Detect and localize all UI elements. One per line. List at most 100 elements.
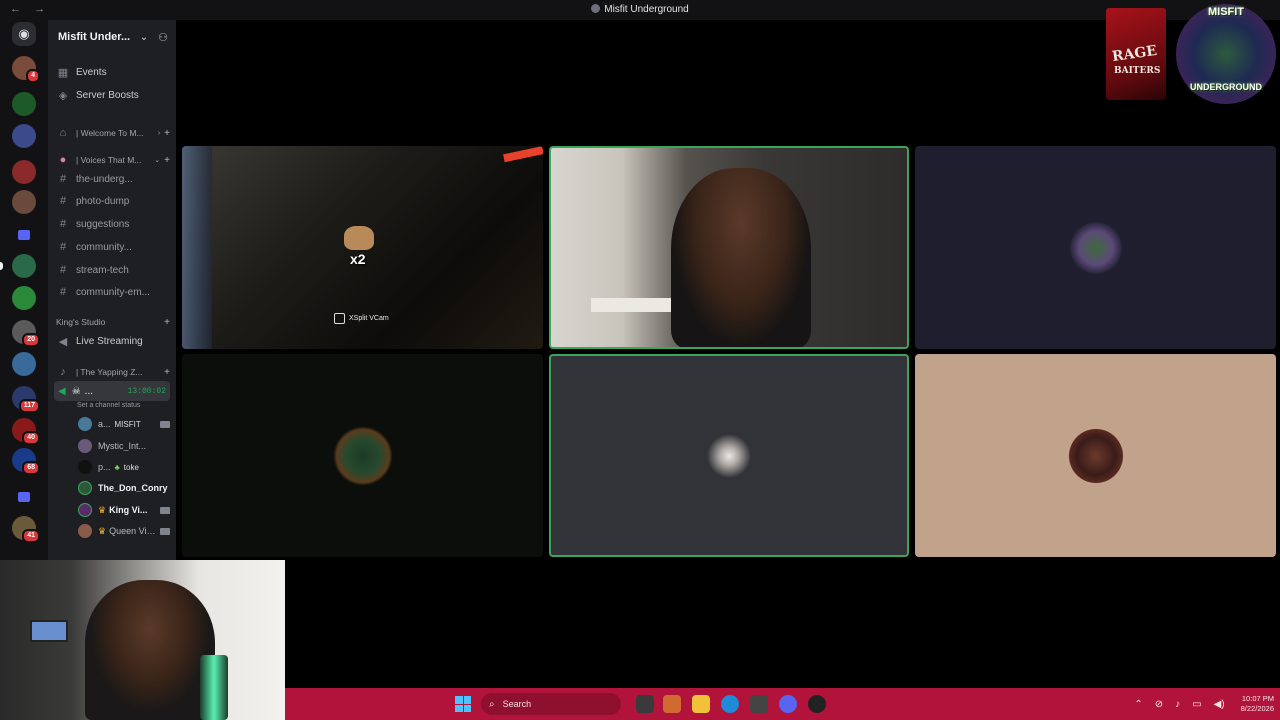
windows-start-icon[interactable] xyxy=(455,696,471,712)
taskbar-search[interactable]: ⌕ Search xyxy=(481,693,621,715)
obs-icon[interactable] xyxy=(808,695,826,713)
add-channel-icon[interactable]: + xyxy=(164,317,170,328)
display-icon[interactable]: ▭ xyxy=(1192,699,1201,710)
server-icon-6[interactable] xyxy=(12,286,36,310)
voice-user[interactable]: The_Don_Conry xyxy=(78,478,170,498)
store-icon[interactable] xyxy=(750,695,768,713)
server-icon-8[interactable] xyxy=(12,352,36,376)
avatar-tile-3[interactable] xyxy=(915,146,1276,349)
boosts-label: Server Boosts xyxy=(76,89,139,101)
webcam-person xyxy=(85,580,215,720)
edge-browser-icon[interactable] xyxy=(721,695,739,713)
category-voices[interactable]: ● | Voices That M... ⌄ + xyxy=(56,150,170,170)
voice-user[interactable]: p... ♣ toke xyxy=(78,457,170,477)
network-icon[interactable]: ⊘ xyxy=(1155,699,1163,710)
unread-badge: 20 xyxy=(22,333,40,347)
server-icon-3[interactable] xyxy=(12,124,36,148)
participant-video xyxy=(671,168,811,347)
server-icon-12[interactable]: 41 xyxy=(12,516,40,543)
avatar xyxy=(78,439,92,453)
video-tile-2[interactable] xyxy=(549,146,909,349)
server-folder-icon[interactable] xyxy=(18,230,30,240)
discord-home-icon[interactable]: ◉ xyxy=(12,22,36,46)
voice-user[interactable]: ♛ King Vi... xyxy=(78,500,170,520)
system-tray: ⌃ ⊘ ♪ ▭ ◀) 10:07 PM 8/22/2026 xyxy=(1128,688,1274,720)
brain-icon: ● xyxy=(59,154,67,166)
search-icon: ⌕ xyxy=(489,698,495,710)
server-icon-11[interactable]: 68 xyxy=(12,448,40,475)
channel-stream-tech[interactable]: # stream-tech xyxy=(56,260,170,280)
add-channel-icon[interactable]: + xyxy=(164,128,170,139)
microphone-icon[interactable]: ♪ xyxy=(1175,699,1180,710)
participant-avatar xyxy=(1069,221,1122,274)
avatar xyxy=(78,524,92,538)
channel-community[interactable]: # community... xyxy=(56,237,170,257)
participant-avatar xyxy=(1068,428,1123,483)
unread-badge: 40 xyxy=(22,431,40,445)
channel-label: community... xyxy=(76,241,132,253)
discord-icon[interactable] xyxy=(779,695,797,713)
server-icon-4[interactable] xyxy=(12,160,36,184)
video-background xyxy=(182,146,212,349)
server-icon-9[interactable]: 117 xyxy=(12,386,40,413)
logo-text: MISFIT xyxy=(1207,6,1245,18)
set-channel-status[interactable]: Set a channel status xyxy=(77,402,140,409)
bank-icon: ⌂ xyxy=(59,127,67,139)
user-name: p... xyxy=(98,462,111,472)
avatar-tile-5[interactable] xyxy=(549,354,909,557)
task-view-icon[interactable] xyxy=(636,695,654,713)
chevron-down-icon[interactable]: ⌄ xyxy=(140,32,148,43)
add-channel-icon[interactable]: + xyxy=(164,155,170,166)
channel-label: Live Streaming xyxy=(76,335,143,347)
user-name: King Vi... xyxy=(109,505,148,515)
skull-icon: ☠ xyxy=(71,385,81,397)
server-icon-2[interactable] xyxy=(12,92,36,116)
channel-label: stream-tech xyxy=(76,264,129,276)
server-icon-misfit[interactable] xyxy=(12,254,36,278)
category-yapping[interactable]: ♪ | The Yapping Z... + xyxy=(56,362,170,382)
channel-the-underground[interactable]: # the-underg... xyxy=(56,169,170,189)
unread-badge: 41 xyxy=(22,529,40,543)
category-kings-studio[interactable]: King's Studio + xyxy=(56,312,170,332)
category-label: King's Studio xyxy=(56,317,106,327)
xsplit-logo-icon xyxy=(334,313,345,324)
channel-community-em[interactable]: # community-em... xyxy=(56,282,170,302)
window-title: Misfit Underground xyxy=(0,4,1280,15)
logo-text: UNDERGROUND xyxy=(1190,82,1262,92)
unread-badge: 117 xyxy=(18,399,40,413)
channel-suggestions[interactable]: # suggestions xyxy=(56,214,170,234)
voice-user[interactable]: Mystic_Int... xyxy=(78,436,170,456)
server-icon-7[interactable]: 20 xyxy=(12,320,40,347)
server-folder-icon-2[interactable] xyxy=(18,492,30,502)
events-item[interactable]: ▦ Events xyxy=(56,62,170,82)
voice-user[interactable]: ♛ Queen Viol... xyxy=(78,521,170,541)
copilot-icon[interactable] xyxy=(663,695,681,713)
server-icon-1[interactable]: 4 xyxy=(12,56,40,83)
active-voice-channel[interactable]: ◀ ☠... 13:00:02 xyxy=(54,381,170,401)
leaf-icon: ♣ xyxy=(114,462,120,472)
file-explorer-icon[interactable] xyxy=(692,695,710,713)
taskbar-clock[interactable]: 10:07 PM 8/22/2026 xyxy=(1241,694,1274,714)
hashtag-icon: # xyxy=(59,241,67,253)
server-boosts-item[interactable]: ◈ Server Boosts xyxy=(56,85,170,105)
user-name: Mystic_Int... xyxy=(98,441,147,451)
category-welcome[interactable]: ⌂ | Welcome To M... › + xyxy=(56,123,170,143)
avatar-tile-6[interactable] xyxy=(915,354,1276,557)
channel-label: photo-dump xyxy=(76,195,130,207)
avatar-tile-4[interactable] xyxy=(182,354,543,557)
channel-photo-dump[interactable]: # photo-dump xyxy=(56,191,170,211)
channel-live-streaming[interactable]: ◀ Live Streaming xyxy=(56,331,170,351)
video-tile-1[interactable]: x2 XSplit VCam xyxy=(182,146,543,349)
server-icon-5[interactable] xyxy=(12,190,36,214)
guild-header[interactable]: Misfit Under... ⌄ ⚇ xyxy=(48,20,176,54)
add-channel-icon[interactable]: + xyxy=(164,367,170,378)
server-icon-10[interactable]: 40 xyxy=(12,418,40,445)
invite-people-icon[interactable]: ⚇ xyxy=(158,31,168,44)
hashtag-icon: # xyxy=(59,218,67,230)
voice-user[interactable]: a... MISFIT xyxy=(78,414,170,434)
volume-icon[interactable]: ◀) xyxy=(1214,699,1225,710)
chevron-up-icon[interactable]: ⌃ xyxy=(1134,699,1142,710)
logo-text: RAGE xyxy=(1111,42,1159,66)
clock-time: 10:07 PM xyxy=(1241,694,1274,703)
voice-timer: 13:00:02 xyxy=(127,386,166,396)
